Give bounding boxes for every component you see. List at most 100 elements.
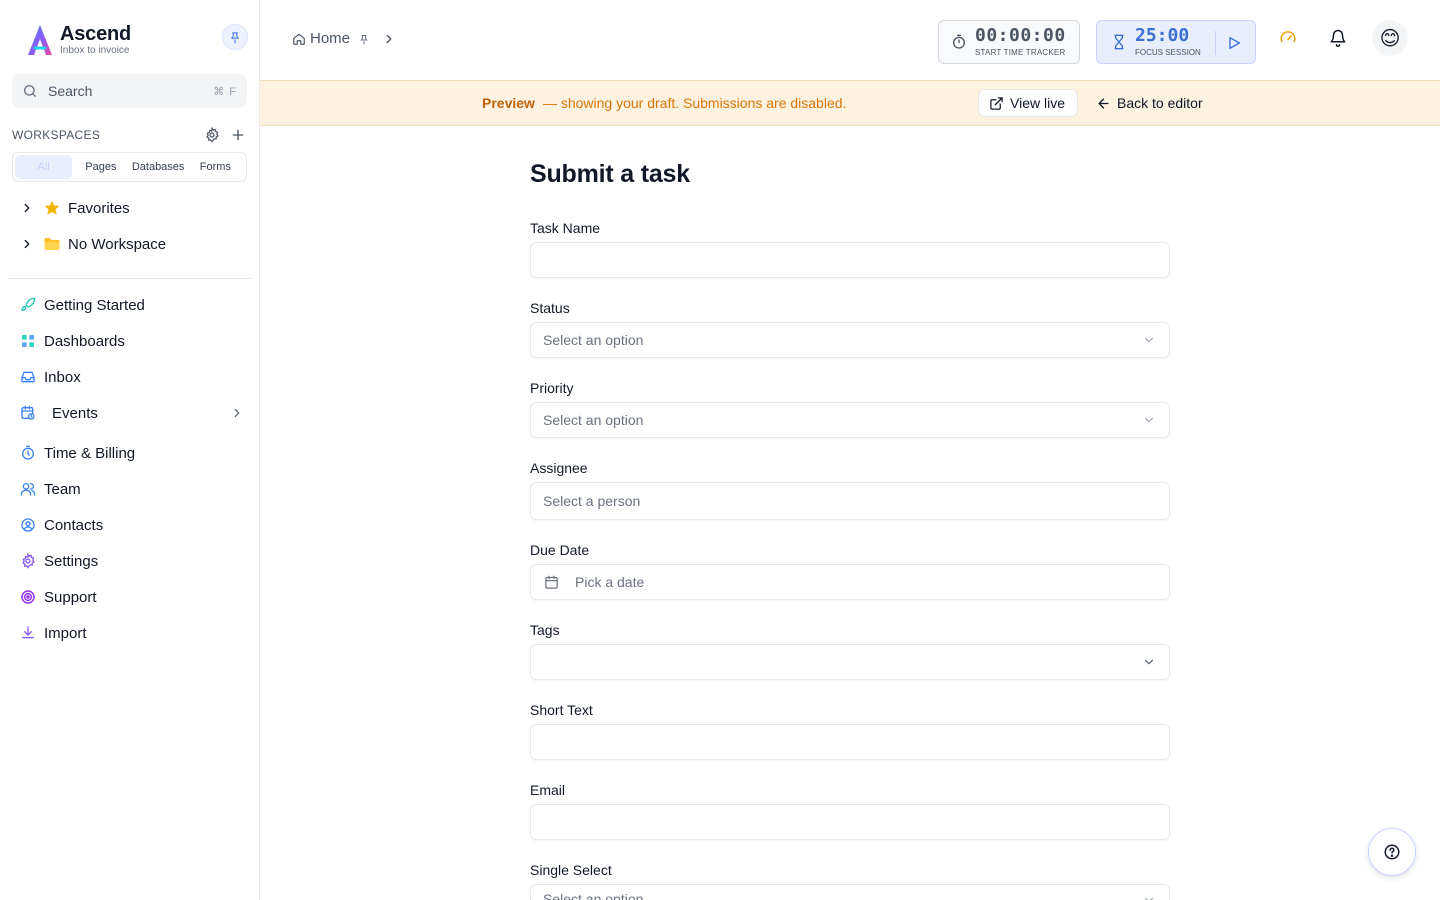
sidebar-item-import[interactable]: Import (20, 621, 245, 645)
breadcrumb-home-link[interactable]: Home (310, 30, 350, 47)
single-select-placeholder: Select an option (543, 891, 644, 900)
workspaces-title: WORKSPACES (12, 128, 101, 142)
assignee-placeholder: Select a person (543, 493, 641, 509)
task-name-input[interactable] (530, 242, 1170, 278)
grid-icon (20, 333, 36, 349)
calendar-clock-icon (20, 405, 36, 421)
tree-item-label: No Workspace (68, 235, 167, 253)
help-button[interactable] (1368, 828, 1416, 876)
back-to-editor-button[interactable]: Back to editor (1096, 89, 1203, 117)
field-label-task-name: Task Name (530, 220, 601, 236)
sidebar-item-label: Getting Started (44, 296, 145, 314)
sidebar-item-label: Import (44, 624, 87, 642)
chevron-right-icon[interactable] (18, 199, 36, 217)
bell-icon[interactable] (1328, 28, 1348, 48)
banner-preview-label: Preview (482, 95, 535, 111)
sidebar-item-settings[interactable]: Settings (20, 549, 245, 573)
sidebar-item-inbox[interactable]: Inbox (20, 365, 245, 389)
focus-time: 25:00 (1135, 25, 1190, 46)
field-label-status: Status (530, 300, 570, 316)
sidebar-item-events[interactable]: Events (20, 401, 245, 425)
filter-tab-all[interactable]: All (15, 155, 73, 179)
filter-tab-pages[interactable]: Pages (72, 155, 129, 179)
chevron-right-icon (382, 32, 396, 46)
field-label-tags: Tags (530, 622, 560, 638)
priority-placeholder: Select an option (543, 412, 644, 428)
tree-item-favorites[interactable]: Favorites (18, 196, 130, 220)
field-label-email: Email (530, 782, 566, 798)
preview-banner: Preview — showing your draft. Submission… (260, 80, 1440, 126)
tracker-time: 00:00:00 (975, 25, 1066, 46)
stopwatch-icon (951, 34, 967, 50)
timer-icon (20, 445, 36, 461)
folder-icon (42, 234, 62, 254)
tree-item-no-workspace[interactable]: No Workspace (18, 232, 166, 256)
chevron-right-icon[interactable] (18, 235, 36, 253)
avatar[interactable]: 😊 (1372, 20, 1408, 56)
help-question-icon (1383, 843, 1401, 861)
short-text-input[interactable] (530, 724, 1170, 760)
sidebar-item-time-billing[interactable]: Time & Billing (20, 441, 245, 465)
sidebar-divider (8, 278, 251, 279)
filter-tab-forms[interactable]: Forms (187, 155, 244, 179)
search-shortcut: ⌘ F (213, 85, 237, 98)
due-date-picker[interactable]: Pick a date (530, 564, 1170, 600)
brand-tagline: Inbox to invoice (60, 45, 130, 56)
single-select[interactable]: Select an option (530, 884, 1170, 900)
users-icon (20, 481, 36, 497)
sidebar-item-label: Dashboards (44, 332, 125, 350)
view-live-button[interactable]: View live (978, 89, 1078, 117)
star-icon (42, 198, 62, 218)
status-select[interactable]: Select an option (530, 322, 1170, 358)
brand-name: Ascend (60, 23, 132, 45)
inbox-icon (20, 369, 36, 385)
speedometer-icon[interactable] (1278, 28, 1298, 48)
sidebar-item-contacts[interactable]: Contacts (20, 513, 245, 537)
priority-select[interactable]: Select an option (530, 402, 1170, 438)
sidebar-item-getting-started[interactable]: Getting Started (20, 293, 245, 317)
focus-divider (1215, 31, 1216, 55)
status-placeholder: Select an option (543, 332, 644, 348)
field-label-single-select: Single Select (530, 862, 612, 878)
start-time-tracker-button[interactable]: 00:00:00 START TIME TRACKER (938, 20, 1080, 64)
brand[interactable]: Ascend Inbox to invoice (24, 22, 131, 58)
pin-icon[interactable] (358, 33, 370, 45)
back-to-editor-label: Back to editor (1117, 95, 1203, 111)
field-label-assignee: Assignee (530, 460, 588, 476)
search-placeholder: Search (48, 83, 93, 99)
email-field[interactable] (530, 804, 1170, 840)
breadcrumb: Home (292, 30, 396, 47)
workspace-settings-gear-icon[interactable] (203, 126, 221, 144)
play-focus-button[interactable] (1223, 32, 1245, 54)
sidebar-item-dashboards[interactable]: Dashboards (20, 329, 245, 353)
workspaces-header: WORKSPACES (12, 126, 247, 144)
add-workspace-plus-icon[interactable] (229, 126, 247, 144)
pin-icon (228, 30, 242, 44)
banner-text: Preview — showing your draft. Submission… (482, 95, 846, 111)
tags-select[interactable] (530, 644, 1170, 680)
sidebar-item-label: Contacts (44, 516, 104, 534)
focus-session-widget[interactable]: 25:00 FOCUS SESSION (1096, 20, 1256, 64)
sidebar-item-label: Team (44, 480, 81, 498)
chevron-down-icon (1141, 332, 1157, 348)
contact-icon (20, 517, 36, 533)
field-label-due-date: Due Date (530, 542, 590, 558)
sidebar-item-label: Time & Billing (44, 444, 136, 462)
search-input[interactable]: Search ⌘ F (12, 74, 247, 108)
sidebar-item-team[interactable]: Team (20, 477, 245, 501)
assignee-picker[interactable]: Select a person (530, 482, 1170, 520)
ascend-logo-icon (24, 22, 56, 58)
lifebuoy-icon (20, 589, 36, 605)
view-live-label: View live (1010, 95, 1065, 111)
field-label-short-text: Short Text (530, 702, 593, 718)
search-icon (22, 83, 38, 99)
field-label-priority: Priority (530, 380, 574, 396)
pin-sidebar-button[interactable] (222, 24, 248, 50)
sidebar-item-support[interactable]: Support (20, 585, 245, 609)
calendar-icon (543, 574, 559, 590)
filter-tab-databases[interactable]: Databases (130, 155, 187, 179)
chevron-right-icon[interactable] (229, 405, 245, 421)
due-date-placeholder: Pick a date (575, 574, 645, 590)
sidebar-item-label: Settings (44, 552, 99, 570)
sidebar-item-label: Support (44, 588, 97, 606)
